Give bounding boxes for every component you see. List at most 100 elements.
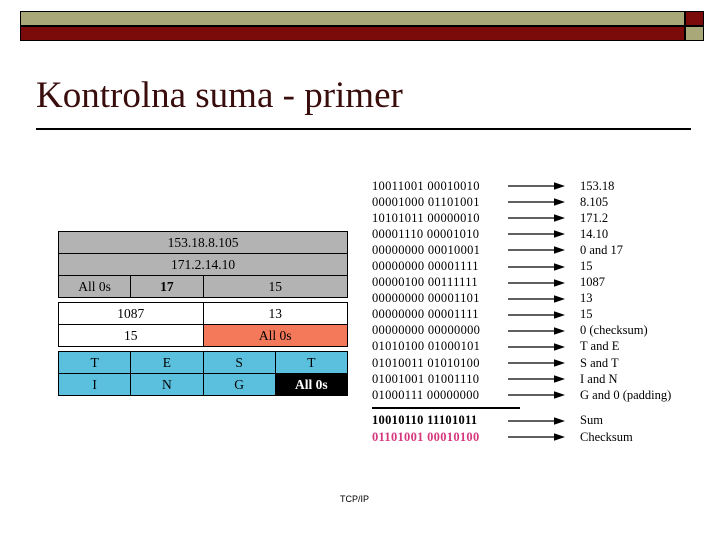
table-row: TEST xyxy=(57,351,349,374)
value-label: 15 xyxy=(580,259,593,274)
value-label: 0 and 17 xyxy=(580,242,624,257)
arrow-cell xyxy=(504,310,574,320)
arrow-cell xyxy=(504,181,574,191)
packet-cell: 13 xyxy=(202,302,348,325)
calculation-row: 00000000 00001111 15 xyxy=(372,307,702,323)
table-row: 15 All 0s xyxy=(58,324,348,347)
arrow-right-icon xyxy=(508,262,565,271)
binary-value: 00000000 00000000 xyxy=(372,323,481,338)
packet-cell: 15 xyxy=(58,324,204,347)
value-label: T and E xyxy=(580,339,620,354)
binary-value: 01000111 00000000 xyxy=(372,387,480,402)
arrow-right-icon xyxy=(508,433,565,441)
checksum-calculation: 10011001 00010010 153.18 00001000 01101001… xyxy=(372,178,702,445)
packet-cell: 17 xyxy=(130,275,204,298)
calculation-row: 10011001 00010010 153.18 xyxy=(372,178,702,194)
binary-value: 00000000 00010001 xyxy=(372,242,481,257)
binary-value: 00000000 00001111 xyxy=(372,307,479,322)
binary-value: 00000000 00001111 xyxy=(372,259,479,274)
value-label: S and T xyxy=(580,355,619,370)
value-label: 13 xyxy=(580,291,593,306)
packet-cell: N xyxy=(130,373,204,396)
arrow-cell xyxy=(504,294,574,304)
calculation-row: 00000000 00010001 0 and 17 xyxy=(372,242,702,258)
arrow-cell xyxy=(504,262,574,272)
arrow-right-icon xyxy=(508,359,565,367)
arrow-cell xyxy=(504,197,574,207)
packet-cell: 153.18.8.105 xyxy=(58,231,348,254)
calculation-row: 01010100 01000101 T and E xyxy=(372,339,702,355)
value-label: Sum xyxy=(580,413,603,428)
slide-title: Kontrolna suma - primer xyxy=(36,75,403,116)
title-underline-rule xyxy=(36,128,691,130)
packet-cell: T xyxy=(57,351,132,374)
slide-footer: TCP/IP xyxy=(340,494,370,504)
packet-cell: All 0s xyxy=(202,324,348,347)
calculation-row: 00000100 00111111 1087 xyxy=(372,275,702,291)
packet-block-header-gray: 153.18.8.105 171.2.14.10 All 0s 17 15 xyxy=(57,231,348,298)
arrow-cell xyxy=(504,278,574,288)
binary-value: 01010011 01010100 xyxy=(372,355,480,370)
binary-value: 01001001 01001110 xyxy=(372,371,480,386)
calculation-row: 10101011 00000010 171.2 xyxy=(372,210,702,226)
packet-cell: T xyxy=(274,351,349,374)
packet-cell: 171.2.14.10 xyxy=(58,253,348,276)
table-row: All 0s 17 15 xyxy=(57,275,348,298)
calculation-row: 00001000 01101001 8.105 xyxy=(372,194,702,210)
arrow-right-icon xyxy=(508,182,565,190)
arrow-cell xyxy=(504,432,574,442)
table-row: 171.2.14.10 xyxy=(58,253,348,276)
table-row: 1087 13 xyxy=(58,302,348,325)
arrow-cell xyxy=(504,416,574,426)
binary-value: 00001110 00001010 xyxy=(372,226,480,241)
arrow-right-icon xyxy=(508,375,565,383)
arrow-cell xyxy=(504,374,574,384)
binary-value: 00000100 00111111 xyxy=(372,275,478,290)
calculation-row: 01000111 00000000 G and 0 (padding) xyxy=(372,387,702,403)
binary-value: 00000000 00001101 xyxy=(372,291,480,306)
arrow-right-icon xyxy=(508,327,565,335)
table-row: I N G All 0s xyxy=(57,373,349,396)
value-label: 153.18 xyxy=(580,178,615,193)
value-label: I and N xyxy=(580,371,618,386)
banner-maroon-square xyxy=(685,11,704,26)
banner-khaki-square xyxy=(685,26,704,41)
arrow-cell xyxy=(504,326,574,336)
packet-block-data-cyan: T E S T I N G All 0s xyxy=(57,351,349,396)
value-label: G and 0 (padding) xyxy=(580,387,672,402)
arrow-cell xyxy=(504,213,574,223)
binary-value: 00001000 01101001 xyxy=(372,194,480,209)
arrow-cell xyxy=(504,245,574,255)
value-label: 14.10 xyxy=(580,226,609,241)
calculation-result-row: 10010110 11101011 Sum xyxy=(372,413,702,429)
binary-value: 10101011 00000010 xyxy=(372,210,480,225)
arrow-right-icon xyxy=(508,310,565,319)
arrow-right-icon xyxy=(508,417,565,425)
arrow-right-icon xyxy=(508,343,565,351)
slide-top-banner xyxy=(14,11,706,41)
arrow-cell xyxy=(504,342,574,352)
arrow-right-icon xyxy=(508,278,565,287)
packet-cell: E xyxy=(130,351,204,374)
arrow-right-icon xyxy=(508,198,565,206)
calculation-row: 01001001 01001110 I and N xyxy=(372,371,702,387)
value-label: Checksum xyxy=(580,429,633,444)
value-label: 1087 xyxy=(580,275,605,290)
calculation-row: 01010011 01010100 S and T xyxy=(372,355,702,371)
value-label: 0 (checksum) xyxy=(580,323,648,338)
calculation-row: 00000000 00000000 0 (checksum) xyxy=(372,323,702,339)
packet-diagram: 153.18.8.105 171.2.14.10 All 0s 17 15 1087 13 1… xyxy=(57,231,349,396)
calculation-row: 00000000 00001111 15 xyxy=(372,258,702,274)
arrow-right-icon xyxy=(508,294,565,303)
packet-cell: S xyxy=(202,351,276,374)
packet-cell: All 0s xyxy=(274,373,349,396)
calculation-row: 00001110 00001010 14.10 xyxy=(372,226,702,242)
arrow-right-icon xyxy=(508,246,565,255)
banner-maroon-bar xyxy=(20,26,685,41)
arrow-cell xyxy=(504,229,574,239)
arrow-right-icon xyxy=(508,391,565,400)
packet-cell: 1087 xyxy=(58,302,204,325)
arrow-right-icon xyxy=(508,230,565,239)
packet-cell: All 0s xyxy=(57,275,132,298)
value-label: 8.105 xyxy=(580,194,609,209)
